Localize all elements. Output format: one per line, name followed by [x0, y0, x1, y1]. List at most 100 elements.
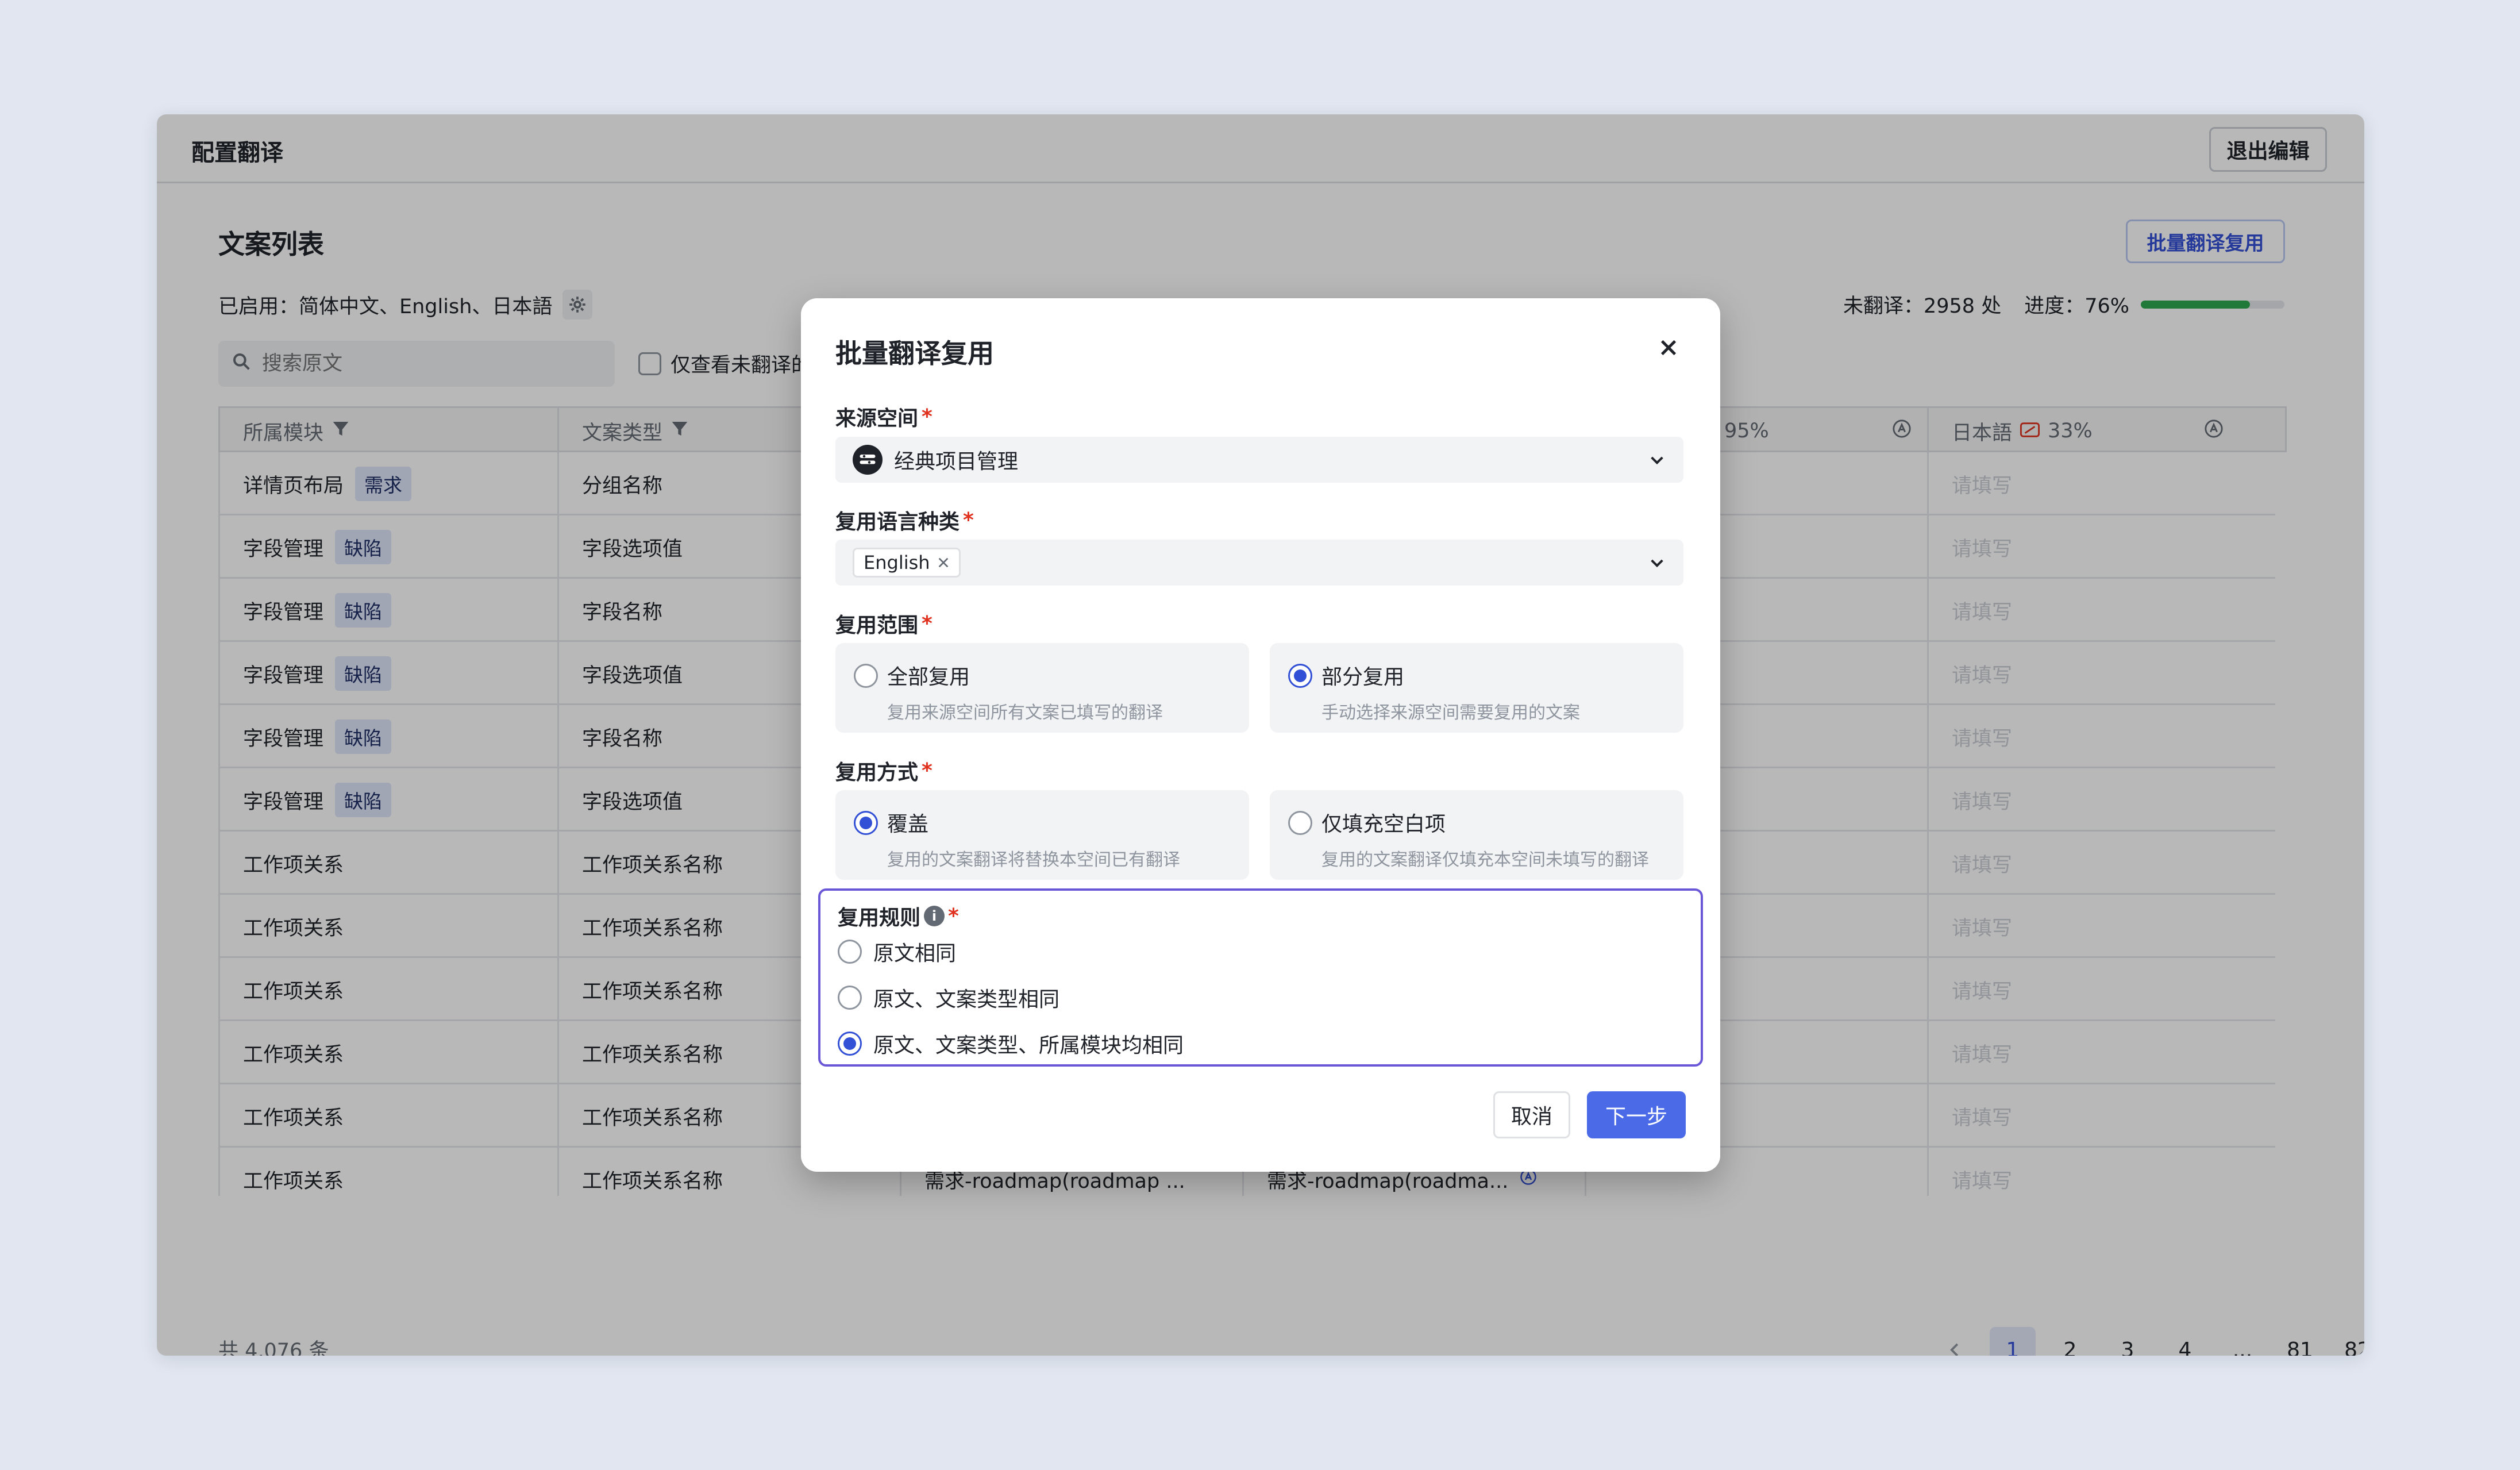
filter-icon[interactable] — [671, 420, 689, 443]
cell-module-text: 字段管理 — [243, 790, 324, 814]
gear-icon[interactable] — [562, 290, 593, 320]
type-tag: 缺陷 — [335, 719, 392, 754]
mode-fill-option[interactable]: 仅填充空白项 复用的文案翻译仅填充本空间未填写的翻译 — [1270, 790, 1683, 880]
cell-ja-text: 请填写 — [1952, 1043, 2013, 1067]
pagination: 1 2 3 4... 81 82 — [1932, 1327, 2364, 1356]
cell-ja[interactable]: 请填写 — [1927, 1148, 2275, 1196]
cell-type-text: 工作项关系名称 — [582, 1106, 723, 1130]
cell-module: 字段管理 缺陷 — [218, 579, 557, 642]
cell-ja[interactable]: 请填写 — [1927, 642, 2275, 705]
cell-ja[interactable]: 请填写 — [1927, 705, 2275, 768]
cell-module: 字段管理 缺陷 — [218, 768, 557, 832]
cell-module: 工作项关系 — [218, 1084, 557, 1148]
rule-option-3-radio[interactable] — [838, 1032, 862, 1056]
column-module[interactable]: 所属模块 — [220, 408, 559, 454]
cell-module: 工作项关系 — [218, 1021, 557, 1084]
page-button[interactable]: 4 — [2162, 1327, 2208, 1356]
cell-module-text: 字段管理 — [243, 727, 324, 751]
scope-partial-radio[interactable] — [1288, 664, 1312, 688]
cell-ja-text: 请填写 — [1952, 1169, 2013, 1193]
cell-module-text: 字段管理 — [243, 537, 324, 561]
column-ja[interactable]: 日本語 33% — [1929, 408, 2287, 454]
page-button[interactable]: 1 — [1990, 1327, 2036, 1356]
page-button[interactable]: 2 — [2047, 1327, 2093, 1356]
page-button[interactable]: 3 — [2105, 1327, 2151, 1356]
batch-reuse-button[interactable]: 批量翻译复用 — [2126, 220, 2285, 263]
prev-page-icon[interactable] — [1932, 1327, 1978, 1356]
cell-ja[interactable]: 请填写 — [1927, 1084, 2275, 1148]
rule-option-2-radio[interactable] — [838, 986, 862, 1010]
untranslated-only-filter[interactable]: 仅查看未翻译的 — [638, 349, 805, 378]
cell-ja-text: 请填写 — [1952, 537, 2013, 561]
cell-ja[interactable]: 请填写 — [1927, 832, 2275, 895]
cell-type-text: 字段名称 — [582, 727, 663, 751]
cell-module-text: 工作项关系 — [243, 980, 344, 1003]
cell-ja[interactable]: 请填写 — [1927, 452, 2275, 515]
close-icon[interactable] — [1651, 330, 1686, 365]
cell-ja-text: 请填写 — [1952, 664, 2013, 687]
type-tag: 缺陷 — [335, 593, 392, 628]
source-space-select[interactable]: 经典项目管理 — [835, 437, 1683, 483]
cell-module-text: 工作项关系 — [243, 917, 344, 940]
page-button[interactable]: ... — [2220, 1327, 2265, 1356]
rule-option-1-radio[interactable] — [838, 940, 862, 964]
cell-ja[interactable]: 请填写 — [1927, 579, 2275, 642]
cell-ja-text: 请填写 — [1952, 601, 2013, 624]
rule-option-3[interactable]: 原文、文案类型、所属模块均相同 — [838, 1029, 1184, 1059]
column-type-label: 文案类型 — [582, 421, 663, 445]
filter-icon[interactable] — [332, 420, 350, 443]
cell-module-text: 详情页布局 — [243, 474, 344, 498]
cell-ja-text: 请填写 — [1952, 980, 2013, 1003]
list-title: 文案列表 — [218, 229, 324, 260]
language-select[interactable]: English — [835, 540, 1683, 586]
required-mark: * — [922, 611, 933, 636]
cell-ja[interactable]: 请填写 — [1927, 1021, 2275, 1084]
en-progress: 95% — [1724, 420, 1769, 442]
chevron-down-icon — [1648, 553, 1666, 577]
search-box[interactable] — [218, 341, 615, 387]
info-icon[interactable]: i — [924, 906, 945, 926]
cell-module: 字段管理 缺陷 — [218, 515, 557, 579]
cell-ja-text: 请填写 — [1952, 917, 2013, 940]
page-list: 1 2 3 4... 81 82 — [1990, 1327, 2364, 1356]
mode-fill-radio[interactable] — [1288, 811, 1312, 835]
required-mark: * — [963, 508, 974, 532]
chevron-down-icon — [1648, 451, 1666, 474]
cell-ja[interactable]: 请填写 — [1927, 515, 2275, 579]
ai-translate-icon[interactable] — [2204, 419, 2224, 444]
mode-overwrite-option[interactable]: 覆盖 复用的文案翻译将替换本空间已有翻译 — [835, 790, 1249, 880]
column-module-label: 所属模块 — [243, 421, 324, 445]
cell-ja[interactable]: 请填写 — [1927, 895, 2275, 958]
progress: 进度：76% — [2024, 290, 2284, 319]
required-mark: * — [922, 405, 933, 429]
cell-ja[interactable]: 请填写 — [1927, 768, 2275, 832]
rule-option-2[interactable]: 原文、文案类型相同 — [838, 983, 1059, 1013]
reuse-rule-group: 复用规则 i * 原文相同 原文、文案类型相同 原文、文案类型、所属模块均相同 — [818, 888, 1703, 1067]
language-chip-label: English — [864, 552, 930, 574]
warning-icon — [2020, 420, 2040, 442]
cell-type-text: 工作项关系名称 — [582, 1169, 723, 1193]
cell-type-text: 字段选项值 — [582, 664, 683, 687]
untranslated-only-checkbox[interactable] — [638, 352, 661, 375]
scope-all-option[interactable]: 全部复用 复用来源空间所有文案已填写的翻译 — [835, 643, 1249, 733]
rule-option-1[interactable]: 原文相同 — [838, 937, 956, 967]
batch-reuse-dialog: 批量翻译复用 来源空间 * 经典项目管理 复用语言种类 * English 复用范围… — [801, 298, 1720, 1172]
page-button[interactable]: 82 — [2334, 1327, 2364, 1356]
cell-ja[interactable]: 请填写 — [1927, 958, 2275, 1021]
exit-edit-button[interactable]: 退出编辑 — [2209, 127, 2327, 172]
cancel-button[interactable]: 取消 — [1493, 1091, 1570, 1138]
page-button[interactable]: 81 — [2277, 1327, 2323, 1356]
space-icon — [853, 445, 883, 475]
cell-ja-text: 请填写 — [1952, 474, 2013, 498]
untranslated-only-label: 仅查看未翻译的 — [671, 354, 805, 377]
search-input[interactable] — [262, 352, 584, 375]
language-label-text: 复用语言种类 — [835, 510, 960, 534]
scope-label-text: 复用范围 — [835, 614, 919, 637]
remove-chip-icon[interactable] — [937, 552, 950, 574]
cell-module-text: 工作项关系 — [243, 853, 344, 877]
mode-overwrite-radio[interactable] — [854, 811, 878, 835]
scope-partial-option[interactable]: 部分复用 手动选择来源空间需要复用的文案 — [1270, 643, 1683, 733]
ai-translate-icon[interactable] — [1892, 419, 1912, 444]
scope-all-radio[interactable] — [854, 664, 878, 688]
next-button[interactable]: 下一步 — [1587, 1091, 1686, 1138]
